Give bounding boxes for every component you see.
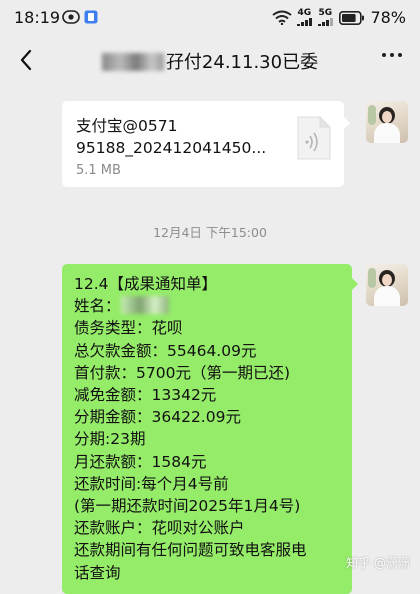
signal-bars-icon bbox=[318, 18, 334, 26]
redacted-name-blur bbox=[101, 53, 164, 71]
chat-header: 孖付24.11.30已委 bbox=[0, 36, 420, 86]
redacted-name-blur bbox=[120, 296, 169, 315]
message-line: 还款时间:每个月4号前 bbox=[74, 474, 229, 493]
message-line: 12.4【成果通知单】 bbox=[74, 275, 218, 293]
dot-icon bbox=[382, 53, 386, 57]
message-line: 分期:23期 bbox=[74, 430, 146, 449]
text-message-bubble[interactable]: 12.4【成果通知单】 姓名： 债务类型：花呗 总欠款金额：55464.09元 … bbox=[62, 264, 358, 594]
message-line: 总欠款金额：55464.09元 bbox=[74, 341, 257, 360]
message-line: 还款账户：花呗对公账户 bbox=[74, 519, 245, 538]
settings-status-icon bbox=[62, 10, 80, 24]
network-5g-label: 5G bbox=[318, 8, 333, 18]
status-time: 18:19 bbox=[14, 8, 61, 27]
message-text: 12.4【成果通知单】 姓名： 债务类型：花呗 总欠款金额：55464.09元 … bbox=[74, 273, 307, 584]
chat-timestamp: 12月4日 下午15:00 bbox=[153, 225, 267, 240]
battery-percentage: 78% bbox=[370, 8, 406, 27]
avatar-body bbox=[374, 123, 400, 143]
message-line: 首付款：5700元（第一期已还) bbox=[74, 363, 290, 382]
dot-icon bbox=[390, 53, 394, 57]
message-line: 分期金额：36422.09元 bbox=[74, 408, 241, 427]
avatar-face bbox=[382, 274, 392, 286]
file-name-line1: 支付宝@0571 bbox=[76, 117, 178, 135]
sender-avatar[interactable] bbox=[366, 264, 408, 306]
chat-title-text: 孖付24.11.30已委 bbox=[165, 52, 319, 73]
message-line: 债务类型：花呗 bbox=[74, 319, 183, 338]
more-options-button[interactable] bbox=[382, 53, 402, 57]
message-line: (第一期还款时间2025年1月4号) bbox=[74, 497, 301, 516]
avatar-face bbox=[382, 111, 392, 123]
file-name-line2: 95188_202412041450... bbox=[76, 139, 267, 157]
avatar-plant bbox=[368, 268, 376, 288]
message-line-name: 姓名： bbox=[74, 295, 307, 317]
file-message-card[interactable]: 支付宝@0571 95188_202412041450... 5.1 MB bbox=[62, 101, 350, 187]
file-name: 支付宝@0571 95188_202412041450... bbox=[76, 115, 276, 159]
audio-file-icon bbox=[297, 116, 331, 160]
signal-bars-icon bbox=[297, 18, 313, 26]
network-4g-label: 4G bbox=[297, 8, 312, 18]
chat-title: 孖付24.11.30已委 bbox=[0, 48, 420, 74]
message-line: 减免金额：13342元 bbox=[74, 386, 217, 405]
message-line: 月还款额：1584元 bbox=[74, 452, 207, 471]
sender-avatar[interactable] bbox=[366, 101, 408, 143]
file-size: 5.1 MB bbox=[76, 163, 121, 178]
avatar-body bbox=[374, 286, 400, 306]
battery-icon bbox=[339, 10, 365, 25]
wifi-icon bbox=[272, 10, 293, 25]
avatar-plant bbox=[368, 105, 376, 125]
app-notification-icon bbox=[84, 10, 98, 24]
watermark: 知乎 @潇潇 bbox=[346, 556, 410, 570]
name-label: 姓名： bbox=[74, 297, 121, 316]
message-line: 还款期间有任何问题可致电客服电 bbox=[74, 541, 307, 560]
dot-icon bbox=[398, 53, 402, 57]
status-bar: 18:19 4G 5G 78% bbox=[0, 0, 420, 36]
status-right-group: 4G 5G 78% bbox=[272, 8, 406, 27]
